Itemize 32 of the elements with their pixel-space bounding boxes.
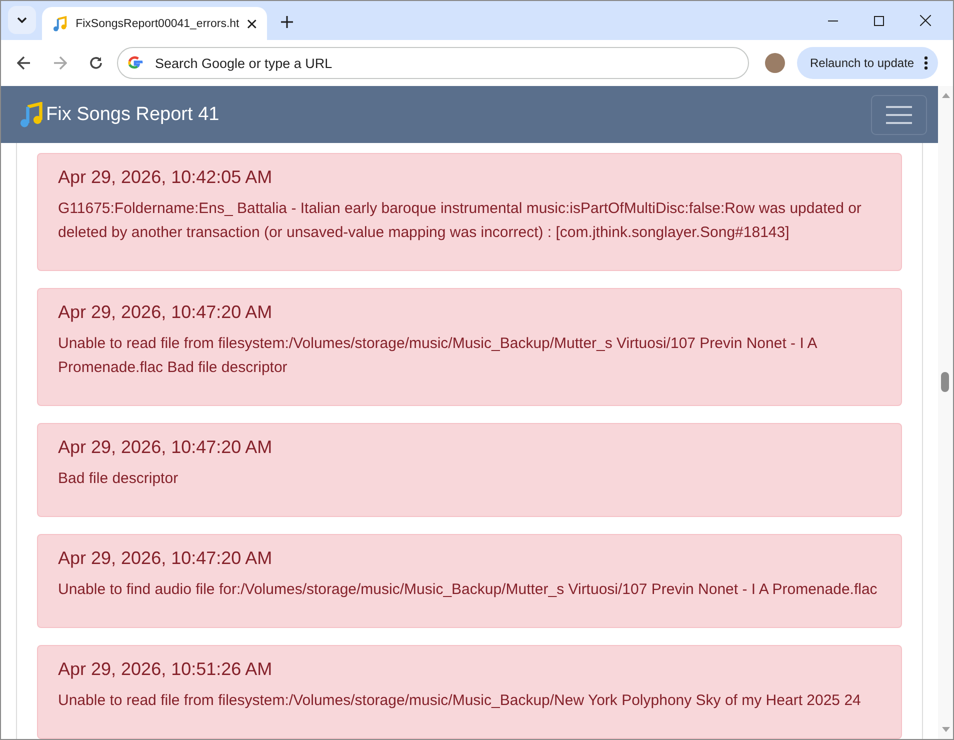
relaunch-button[interactable]: Relaunch to update — [797, 47, 938, 79]
back-arrow-icon[interactable] — [17, 56, 31, 70]
error-timestamp: Apr 29, 2026, 10:47:20 AM — [58, 302, 274, 323]
report-title: Fix Songs Report 41 — [46, 104, 220, 126]
error-message: Unable to read file from filesystem:/Volumes/storage/music/Music_Backup/New York Polyphony Sky of my Heart 2025 24 — [58, 691, 862, 711]
google-g-icon — [127, 55, 143, 71]
more-vertical-icon — [924, 56, 928, 70]
menu-icon — [886, 104, 912, 124]
close-icon[interactable] — [920, 15, 931, 26]
address-bar[interactable]: Search Google or type a URL — [117, 47, 749, 79]
reload-icon[interactable] — [89, 56, 103, 70]
error-timestamp: Apr 29, 2026, 10:51:26 AM — [58, 659, 274, 680]
browser-tab[interactable]: FixSongsReport00041_errors.ht — [42, 7, 267, 40]
error-message: Unable to read file from filesystem:/Volumes/storage/music/Music_Backup/Mutter_s Virtuosi/107 Previn Nonet - I A Promenade.flac Bad file descriptor — [58, 334, 818, 378]
music-note-icon — [52, 16, 68, 32]
tab-title: FixSongsReport00041_errors.ht — [76, 18, 240, 30]
close-icon[interactable] — [247, 18, 257, 28]
error-timestamp: Apr 29, 2026, 10:47:20 AM — [58, 548, 274, 569]
error-timestamp: Apr 29, 2026, 10:47:20 AM — [58, 437, 274, 458]
error-message: G11675:Foldername:Ens_ Battalia - Italian early baroque instrumental music:isPartOfMultiDisc:false:Row was updated or deleted by another transaction (or unsaved-value mapping was incorrect) : [com.jthink.songlayer.Song#18143] — [58, 199, 862, 243]
scrollbar-thumb[interactable] — [941, 372, 949, 392]
maximize-icon[interactable] — [874, 16, 884, 26]
error-message: Bad file descriptor — [58, 469, 180, 489]
menu-button[interactable] — [871, 94, 927, 134]
profile-avatar[interactable] — [765, 53, 785, 73]
music-note-icon — [18, 102, 44, 128]
tab-search-button[interactable] — [8, 6, 36, 34]
error-message: Unable to find audio file for:/Volumes/storage/music/Music_Backup/Mutter_s Virtuosi/107 Previn Nonet - I A Promenade.flac — [58, 580, 878, 600]
error-timestamp: Apr 29, 2026, 10:42:05 AM — [58, 167, 274, 188]
scrollbar[interactable] — [938, 86, 953, 739]
chevron-down-icon — [17, 17, 27, 23]
plus-icon[interactable] — [281, 16, 293, 28]
